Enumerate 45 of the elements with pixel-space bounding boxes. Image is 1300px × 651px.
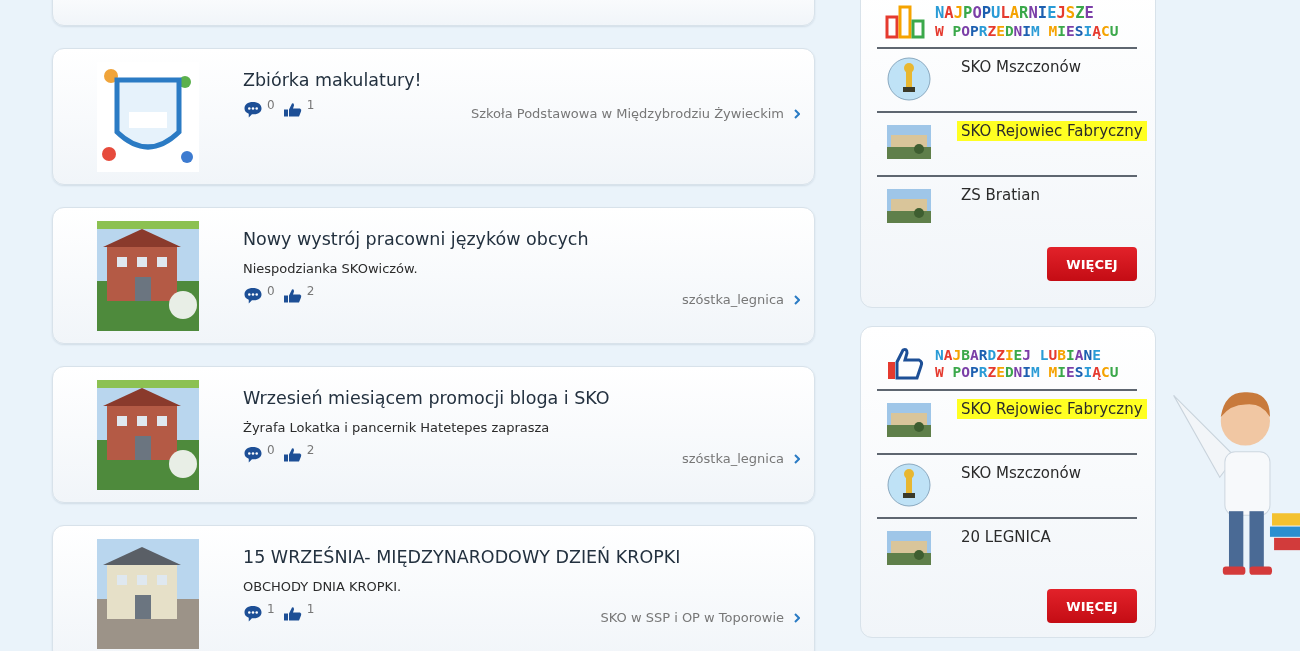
- comment-count: 0: [267, 443, 275, 457]
- more-button[interactable]: WIĘCEJ: [1047, 247, 1137, 282]
- post-excerpt: Niespodzianka SKOwiczów.: [243, 261, 419, 276]
- panel-heading: NAJPOPULARNIEJSZE: [935, 5, 1095, 23]
- post-title[interactable]: Zbiórka makulatury!: [243, 70, 800, 90]
- chevron-right-icon: [794, 295, 800, 305]
- school-link[interactable]: SKO Mszczonów: [957, 463, 1085, 483]
- post-title[interactable]: 15 WRZEŚNIA- MIĘDZYNARODOWY DZIEŃ KROPKI: [243, 547, 800, 567]
- speech-bubble-icon: [243, 446, 263, 463]
- school-link[interactable]: SKO Mszczonów: [957, 57, 1085, 78]
- panel-heading: NAJBARDZIEJ LUBIANE: [935, 347, 1102, 364]
- comment-count: 0: [267, 98, 275, 112]
- thumbs-up-icon: [282, 287, 303, 304]
- thumbs-up-icon: [282, 446, 303, 463]
- thumbs-up-icon: [885, 347, 925, 381]
- chevron-right-icon: [794, 613, 800, 623]
- chevron-right-icon: [794, 454, 800, 464]
- more-button[interactable]: WIĘCEJ: [1047, 589, 1137, 623]
- post-title[interactable]: Nowy wystrój pracowni języków obcych: [243, 229, 800, 249]
- comment-count: 1: [267, 602, 275, 616]
- thumbs-up-icon: [282, 605, 303, 622]
- chevron-right-icon: [794, 109, 800, 119]
- speech-bubble-icon: [243, 101, 263, 118]
- speech-bubble-icon: [243, 287, 263, 304]
- speech-bubble-icon: [243, 605, 263, 622]
- author-link[interactable]: szóstka_legnica: [682, 451, 784, 466]
- like-count: 1: [306, 98, 315, 112]
- comment-count: 0: [267, 284, 275, 298]
- like-count: 2: [306, 443, 315, 457]
- panel-subheading: W POPRZEDNIM MIESIĄCU: [935, 363, 1119, 381]
- thumbs-up-icon: [282, 101, 303, 118]
- school-link[interactable]: SKO Rejowiec Fabryczny: [957, 399, 1147, 419]
- like-count: 1: [306, 602, 315, 616]
- author-link[interactable]: SKO w SSP i OP w Toporowie: [600, 610, 784, 625]
- post-title[interactable]: Wrzesień miesiącem promocji bloga i SKO: [243, 388, 800, 408]
- bars-icon: [885, 5, 925, 39]
- post-excerpt: Żyrafa Lokatka i pancernik Hatetepes zaprasza: [243, 420, 551, 435]
- author-link[interactable]: Szkoła Podstawowa w Międzybrodziu Żywieckim: [470, 106, 784, 121]
- school-link[interactable]: SKO Rejowiec Fabryczny: [957, 121, 1147, 142]
- like-count: 2: [306, 284, 315, 298]
- panel-subheading: W POPRZEDNIM MIESIĄCU: [935, 22, 1119, 40]
- school-link[interactable]: ZS Bratian: [957, 185, 1044, 206]
- author-link[interactable]: szóstka_legnica: [682, 292, 784, 307]
- school-link[interactable]: 20 LEGNICA: [957, 527, 1055, 547]
- post-excerpt: OBCHODY DNIA KROPKI.: [243, 579, 403, 594]
